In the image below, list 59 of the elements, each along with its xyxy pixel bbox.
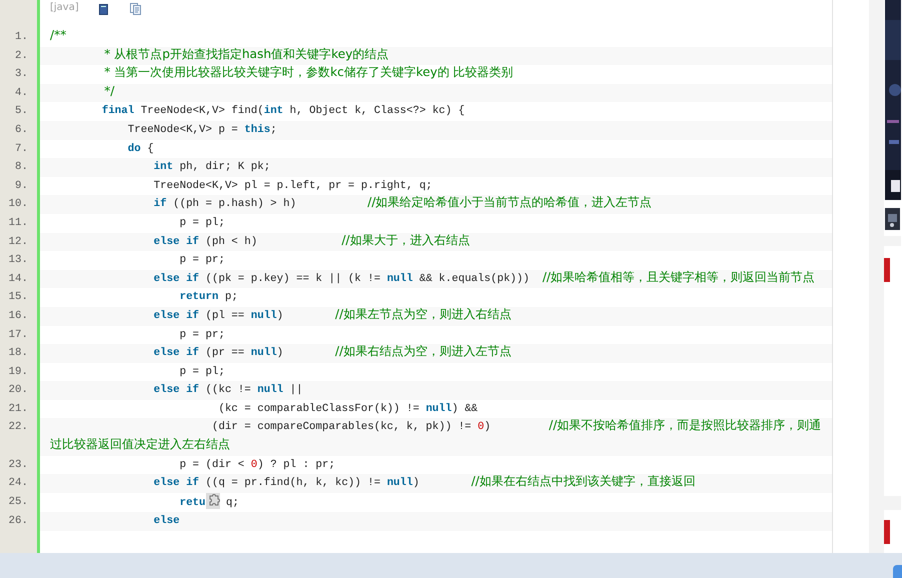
- line-number: 22.: [8, 420, 29, 436]
- puzzle-icon[interactable]: [206, 492, 220, 509]
- line-number: 5.: [14, 104, 29, 120]
- line-number: 25.: [8, 494, 29, 510]
- code-line: if ((ph = p.hash) > h) //如果给定哈希值小于当前节点的哈希值，进入左节点: [152, 198, 652, 210]
- line-number: 11.: [8, 216, 29, 231]
- code-line: */: [103, 86, 114, 99]
- line-number: 17.: [8, 328, 29, 342]
- code-line: p = pr;: [178, 328, 225, 340]
- code-line: p = pl;: [178, 366, 225, 378]
- code-line: p = (dir < 0) ? pl : pr;: [178, 458, 336, 471]
- line-number: 2.: [14, 48, 29, 64]
- line-number: 3.: [14, 67, 29, 82]
- line-number: 26.: [8, 514, 29, 530]
- line-number: 24.: [8, 476, 29, 492]
- copy-icon[interactable]: [130, 3, 141, 15]
- line-number: 1.: [14, 30, 29, 45]
- line-number: 12.: [8, 234, 29, 250]
- line-number: 7.: [14, 142, 29, 157]
- line-number: 23.: [8, 458, 29, 473]
- code-line: do {: [126, 142, 154, 155]
- code-line: return p;: [178, 291, 238, 304]
- code-line: final TreeNode<K,V> find(int h, Object k, Class<?> kc) {: [100, 105, 465, 118]
- code-line: else if ((kc != null ||: [152, 384, 303, 396]
- code-line: else if (pl == null) //如果左节点为空，则进入右结点: [152, 310, 512, 322]
- code-line: (dir = compareComparables(kc, k, pk)) != 0) //如果不按哈希值排序，而是按照比较器排序，则通过比较器返回值决定进入左右结点: [50, 421, 822, 452]
- code-line: p = pl;: [178, 216, 225, 229]
- line-number: 16.: [8, 308, 29, 324]
- line-number: 8.: [14, 160, 29, 176]
- code-line: retu: [178, 496, 206, 509]
- document-icon[interactable]: [98, 4, 108, 15]
- line-number: 4.: [14, 86, 29, 101]
- code-line: else if ((q = pr.find(h, k, kc)) != null) //如果在右结点中找到该关键字，直接返回: [152, 477, 696, 490]
- code-line: else if ((pk = p.key) == k || (k != null && k.equals(pk))) //如果哈希值相等，且关键字相等，则返回当前节点: [152, 272, 815, 285]
- code-line: (kc = comparableClassFor(k)) != null) &&: [217, 402, 478, 415]
- code-line: * 从根节点p开始查找指定hash值和关键字key的结点: [103, 50, 389, 62]
- line-number: 10.: [8, 197, 29, 212]
- code-line: else if (ph < h) //如果大于，进入右结点: [152, 236, 470, 248]
- code-line: * 当第一次使用比较器比较关键字时，参数kc储存了关键字key的 比较器类别: [103, 68, 514, 80]
- line-number: 14.: [8, 272, 29, 287]
- line-number: 9.: [14, 178, 29, 194]
- line-number: 20.: [8, 383, 29, 398]
- line-number: 6.: [14, 122, 29, 138]
- line-number: 21.: [8, 402, 29, 417]
- language-label: [java]: [50, 2, 79, 14]
- code-line: q;: [224, 496, 239, 509]
- line-number: 13.: [8, 253, 29, 268]
- code-line: TreeNode<K,V> pl = p.left, pr = p.right, q;: [152, 180, 432, 192]
- code-line: else if (pr == null) //如果右结点为空，则进入左节点: [152, 347, 512, 360]
- code-line: TreeNode<K,V> p = this;: [126, 124, 277, 136]
- code-line: else: [152, 515, 180, 528]
- code-line: int ph, dir; K pk;: [152, 161, 270, 174]
- line-number: 19.: [8, 364, 29, 380]
- code-line: p = pr;: [178, 254, 225, 266]
- accent-bar: [884, 258, 890, 282]
- accent-bar: [884, 520, 890, 544]
- line-number: 18.: [8, 346, 29, 362]
- code-line: /**: [50, 31, 66, 43]
- line-number: 15.: [8, 290, 29, 306]
